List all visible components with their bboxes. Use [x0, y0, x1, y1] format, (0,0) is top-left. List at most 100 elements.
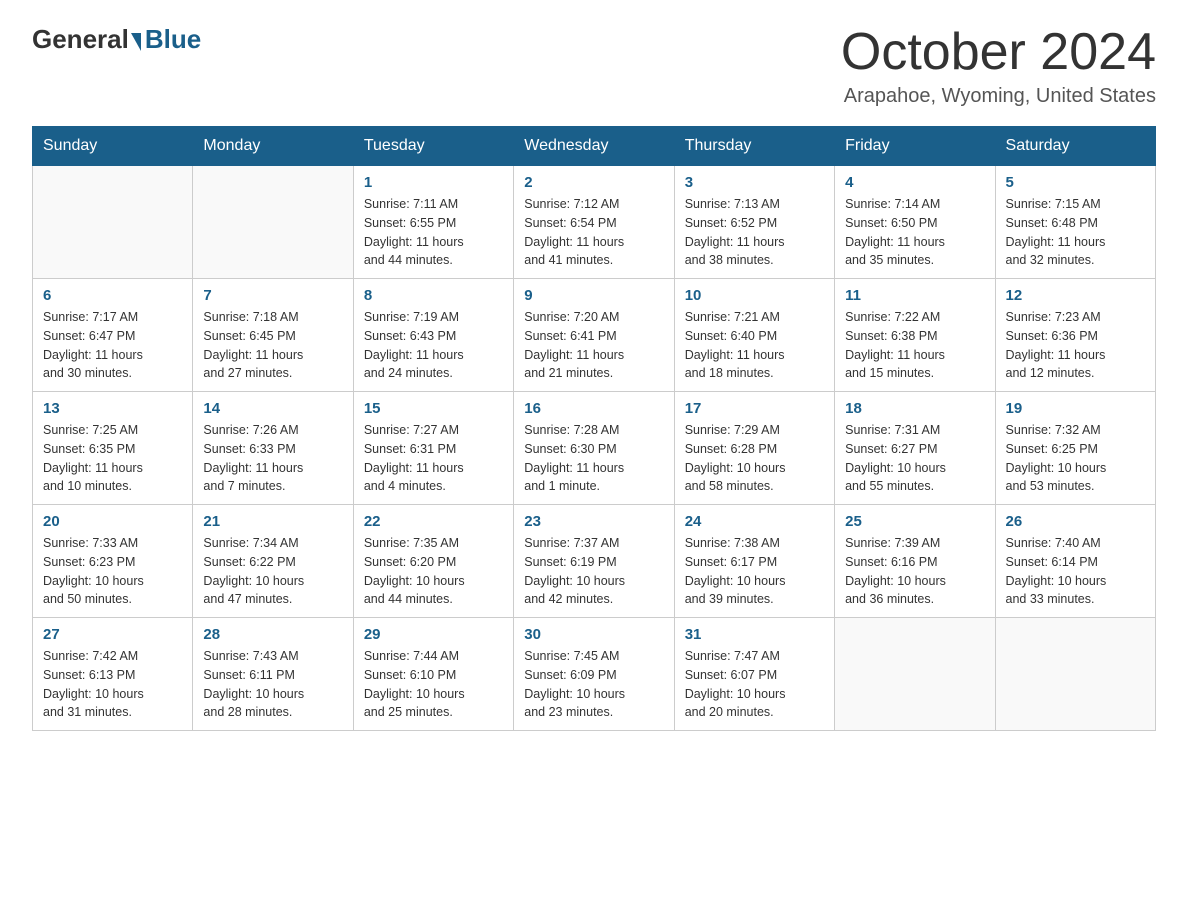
day-number: 15: [364, 400, 503, 417]
day-info: Sunrise: 7:22 AM Sunset: 6:38 PM Dayligh…: [845, 308, 984, 383]
title-block: October 2024 Arapahoe, Wyoming, United S…: [841, 24, 1156, 108]
calendar-cell: [193, 166, 353, 279]
calendar-cell: 17 Sunrise: 7:29 AM Sunset: 6:28 PM Dayli…: [674, 392, 834, 505]
day-number: 26: [1006, 513, 1145, 530]
day-number: 10: [685, 287, 824, 304]
page-header: General Blue October 2024 Arapahoe, Wyom…: [32, 24, 1156, 108]
logo: General Blue: [32, 24, 201, 55]
calendar-cell: 25 Sunrise: 7:39 AM Sunset: 6:16 PM Dayli…: [835, 505, 995, 618]
day-info: Sunrise: 7:38 AM Sunset: 6:17 PM Dayligh…: [685, 534, 824, 609]
day-info: Sunrise: 7:17 AM Sunset: 6:47 PM Dayligh…: [43, 308, 182, 383]
day-of-week-tuesday: Tuesday: [353, 127, 513, 166]
day-info: Sunrise: 7:25 AM Sunset: 6:35 PM Dayligh…: [43, 421, 182, 496]
calendar-header-row: SundayMondayTuesdayWednesdayThursdayFrid…: [33, 127, 1156, 166]
day-number: 9: [524, 287, 663, 304]
day-info: Sunrise: 7:39 AM Sunset: 6:16 PM Dayligh…: [845, 534, 984, 609]
calendar-cell: 18Sunrise: 7:31 AM Sunset: 6:27 PM Dayli…: [835, 392, 995, 505]
calendar-cell: 5 Sunrise: 7:15 AM Sunset: 6:48 PM Daylig…: [995, 166, 1155, 279]
calendar-cell: 13 Sunrise: 7:25 AM Sunset: 6:35 PM Dayli…: [33, 392, 193, 505]
calendar-cell: 20 Sunrise: 7:33 AM Sunset: 6:23 PM Dayli…: [33, 505, 193, 618]
day-info: Sunrise: 7:15 AM Sunset: 6:48 PM Dayligh…: [1006, 195, 1145, 270]
day-number: 31: [685, 626, 824, 643]
day-info: Sunrise: 7:31 AM Sunset: 6:27 PM Dayligh…: [845, 421, 984, 496]
day-info: Sunrise: 7:26 AM Sunset: 6:33 PM Dayligh…: [203, 421, 342, 496]
day-info: Sunrise: 7:45 AM Sunset: 6:09 PM Dayligh…: [524, 647, 663, 722]
calendar-cell: 26Sunrise: 7:40 AM Sunset: 6:14 PM Dayli…: [995, 505, 1155, 618]
day-number: 14: [203, 400, 342, 417]
calendar-week-row: 1Sunrise: 7:11 AM Sunset: 6:55 PM Daylig…: [33, 166, 1156, 279]
logo-blue-text: Blue: [145, 24, 201, 55]
calendar-week-row: 20 Sunrise: 7:33 AM Sunset: 6:23 PM Dayli…: [33, 505, 1156, 618]
day-info: Sunrise: 7:23 AM Sunset: 6:36 PM Dayligh…: [1006, 308, 1145, 383]
calendar-cell: 31Sunrise: 7:47 AM Sunset: 6:07 PM Dayli…: [674, 618, 834, 731]
calendar-cell: 11 Sunrise: 7:22 AM Sunset: 6:38 PM Dayli…: [835, 279, 995, 392]
day-info: Sunrise: 7:14 AM Sunset: 6:50 PM Dayligh…: [845, 195, 984, 270]
day-info: Sunrise: 7:13 AM Sunset: 6:52 PM Dayligh…: [685, 195, 824, 270]
day-number: 23: [524, 513, 663, 530]
day-number: 17: [685, 400, 824, 417]
day-number: 1: [364, 174, 503, 191]
calendar-cell: 22Sunrise: 7:35 AM Sunset: 6:20 PM Dayli…: [353, 505, 513, 618]
day-number: 6: [43, 287, 182, 304]
day-info: Sunrise: 7:12 AM Sunset: 6:54 PM Dayligh…: [524, 195, 663, 270]
day-of-week-saturday: Saturday: [995, 127, 1155, 166]
day-info: Sunrise: 7:32 AM Sunset: 6:25 PM Dayligh…: [1006, 421, 1145, 496]
day-of-week-sunday: Sunday: [33, 127, 193, 166]
day-info: Sunrise: 7:27 AM Sunset: 6:31 PM Dayligh…: [364, 421, 503, 496]
calendar-cell: 4Sunrise: 7:14 AM Sunset: 6:50 PM Daylig…: [835, 166, 995, 279]
day-number: 13: [43, 400, 182, 417]
day-info: Sunrise: 7:19 AM Sunset: 6:43 PM Dayligh…: [364, 308, 503, 383]
day-info: Sunrise: 7:37 AM Sunset: 6:19 PM Dayligh…: [524, 534, 663, 609]
calendar-cell: 24 Sunrise: 7:38 AM Sunset: 6:17 PM Dayli…: [674, 505, 834, 618]
calendar-cell: 9 Sunrise: 7:20 AM Sunset: 6:41 PM Daylig…: [514, 279, 674, 392]
day-of-week-monday: Monday: [193, 127, 353, 166]
day-info: Sunrise: 7:34 AM Sunset: 6:22 PM Dayligh…: [203, 534, 342, 609]
day-number: 22: [364, 513, 503, 530]
logo-text: General Blue: [32, 24, 201, 55]
day-number: 16: [524, 400, 663, 417]
day-info: Sunrise: 7:29 AM Sunset: 6:28 PM Dayligh…: [685, 421, 824, 496]
day-number: 25: [845, 513, 984, 530]
month-title: October 2024: [841, 24, 1156, 81]
day-number: 11: [845, 287, 984, 304]
day-number: 8: [364, 287, 503, 304]
day-number: 2: [524, 174, 663, 191]
calendar-cell: 10Sunrise: 7:21 AM Sunset: 6:40 PM Dayli…: [674, 279, 834, 392]
day-number: 29: [364, 626, 503, 643]
day-info: Sunrise: 7:43 AM Sunset: 6:11 PM Dayligh…: [203, 647, 342, 722]
calendar-cell: 28Sunrise: 7:43 AM Sunset: 6:11 PM Dayli…: [193, 618, 353, 731]
calendar-cell: 23 Sunrise: 7:37 AM Sunset: 6:19 PM Dayli…: [514, 505, 674, 618]
calendar-cell: 16 Sunrise: 7:28 AM Sunset: 6:30 PM Dayli…: [514, 392, 674, 505]
calendar-cell: 8 Sunrise: 7:19 AM Sunset: 6:43 PM Daylig…: [353, 279, 513, 392]
logo-general-text: General: [32, 24, 129, 55]
calendar-cell: 29 Sunrise: 7:44 AM Sunset: 6:10 PM Dayli…: [353, 618, 513, 731]
day-number: 27: [43, 626, 182, 643]
calendar-cell: 14 Sunrise: 7:26 AM Sunset: 6:33 PM Dayli…: [193, 392, 353, 505]
calendar-cell: 12 Sunrise: 7:23 AM Sunset: 6:36 PM Dayli…: [995, 279, 1155, 392]
day-number: 21: [203, 513, 342, 530]
calendar-cell: 30 Sunrise: 7:45 AM Sunset: 6:09 PM Dayli…: [514, 618, 674, 731]
day-number: 30: [524, 626, 663, 643]
day-number: 3: [685, 174, 824, 191]
calendar-week-row: 13 Sunrise: 7:25 AM Sunset: 6:35 PM Dayli…: [33, 392, 1156, 505]
calendar-cell: 15 Sunrise: 7:27 AM Sunset: 6:31 PM Dayli…: [353, 392, 513, 505]
day-number: 24: [685, 513, 824, 530]
calendar-cell: 21 Sunrise: 7:34 AM Sunset: 6:22 PM Dayli…: [193, 505, 353, 618]
day-number: 20: [43, 513, 182, 530]
day-of-week-friday: Friday: [835, 127, 995, 166]
day-info: Sunrise: 7:28 AM Sunset: 6:30 PM Dayligh…: [524, 421, 663, 496]
logo-triangle-icon: [131, 33, 141, 51]
day-number: 12: [1006, 287, 1145, 304]
calendar-week-row: 6 Sunrise: 7:17 AM Sunset: 6:47 PM Daylig…: [33, 279, 1156, 392]
day-info: Sunrise: 7:44 AM Sunset: 6:10 PM Dayligh…: [364, 647, 503, 722]
day-info: Sunrise: 7:33 AM Sunset: 6:23 PM Dayligh…: [43, 534, 182, 609]
calendar-cell: 2 Sunrise: 7:12 AM Sunset: 6:54 PM Daylig…: [514, 166, 674, 279]
calendar-cell: 27 Sunrise: 7:42 AM Sunset: 6:13 PM Dayli…: [33, 618, 193, 731]
day-info: Sunrise: 7:20 AM Sunset: 6:41 PM Dayligh…: [524, 308, 663, 383]
calendar-cell: [835, 618, 995, 731]
calendar-cell: [33, 166, 193, 279]
day-number: 5: [1006, 174, 1145, 191]
day-number: 19: [1006, 400, 1145, 417]
location-title: Arapahoe, Wyoming, United States: [841, 85, 1156, 108]
day-info: Sunrise: 7:42 AM Sunset: 6:13 PM Dayligh…: [43, 647, 182, 722]
